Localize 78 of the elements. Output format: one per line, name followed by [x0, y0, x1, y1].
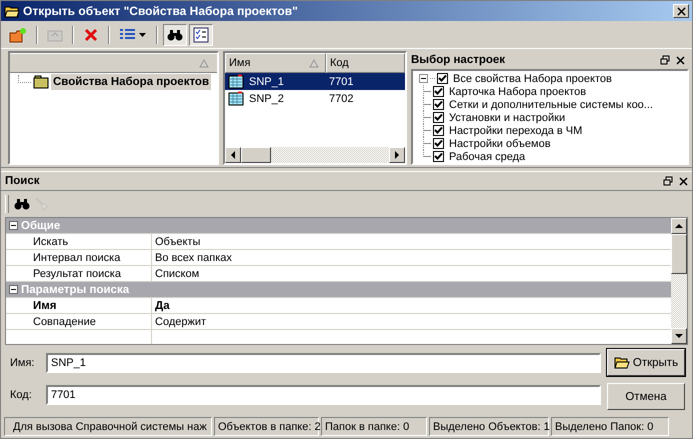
status-pane: Выделено Объектов: 1 — [429, 417, 549, 436]
folder-icon — [614, 356, 630, 370]
tree-item[interactable]: Свойства Набора проектов — [51, 74, 212, 90]
up-arrow-icon[interactable] — [675, 223, 683, 229]
object-code: 7701 — [329, 76, 354, 88]
folder-icon — [33, 74, 49, 90]
table-icon — [228, 74, 244, 90]
object-code: 7702 — [329, 92, 354, 104]
object-name: SNP_1 — [249, 76, 284, 88]
status-pane: Папок в папке: 0 — [321, 417, 427, 436]
column-header[interactable]: Имя — [225, 53, 326, 73]
open-button[interactable]: Открыть — [607, 349, 685, 376]
checkbox[interactable] — [437, 73, 448, 84]
property-name: Результат поиска — [33, 268, 121, 280]
checkbox[interactable] — [433, 112, 444, 123]
property-value[interactable]: Содержит — [155, 316, 206, 328]
tree-item[interactable]: Настройки объемов — [449, 138, 551, 150]
restore-icon[interactable] — [663, 176, 673, 186]
status-pane: Выделено Папок: 0 — [551, 417, 669, 436]
group-title: Параметры поиска — [21, 284, 130, 296]
property-name: Интервал поиска — [33, 252, 120, 264]
checkbox[interactable] — [433, 151, 444, 162]
close-icon[interactable] — [676, 56, 685, 64]
list-row[interactable]: SNP_2 7702 — [225, 90, 405, 107]
property-value[interactable]: Списком — [155, 268, 200, 280]
collapse-icon[interactable] — [419, 74, 428, 83]
input-field[interactable]: SNP_1 — [46, 353, 601, 373]
horizontal-scrollbar[interactable] — [225, 147, 405, 163]
tree-item[interactable]: Сетки и дополнительные системы коо... — [449, 98, 653, 110]
checklist-icon — [193, 26, 209, 42]
tree-item[interactable]: Все свойства Набора проектов — [453, 72, 612, 84]
collapse-icon[interactable] — [9, 221, 18, 230]
property-value[interactable]: Во всех папках — [155, 252, 232, 264]
table-icon — [228, 90, 244, 106]
column-header[interactable] — [10, 53, 217, 73]
panel-title: Поиск — [5, 175, 41, 187]
property-value[interactable]: Объекты — [155, 236, 200, 248]
sort-arrow-icon — [309, 58, 319, 68]
panel-title: Выбор настроек — [411, 54, 506, 66]
close-icon — [676, 6, 686, 16]
cancel-button[interactable]: Отмена — [607, 383, 685, 410]
checkbox[interactable] — [433, 138, 444, 149]
left-arrow-icon[interactable] — [230, 151, 236, 159]
vertical-scrollbar[interactable] — [671, 218, 687, 344]
column-header[interactable]: Код — [326, 53, 405, 73]
binoculars-icon — [14, 196, 30, 212]
close-icon[interactable] — [679, 176, 688, 186]
field-label: Код: — [10, 389, 33, 401]
field-label: Имя: — [10, 357, 36, 369]
status-pane: Для вызова Справочной системы наж — [4, 417, 212, 436]
sort-arrow-icon — [199, 58, 209, 68]
search-toggle-button[interactable] — [163, 24, 187, 46]
property-name: Совпадение — [33, 316, 96, 328]
checkbox[interactable] — [433, 86, 444, 97]
collapse-icon[interactable] — [9, 285, 18, 294]
list-row[interactable]: SNP_1 7701 — [225, 73, 405, 90]
tree-item[interactable]: Установки и настройки — [449, 112, 566, 124]
delete-icon — [83, 26, 99, 42]
object-name: SNP_2 — [249, 92, 284, 104]
checkbox[interactable] — [433, 125, 444, 136]
tree-item[interactable]: Настройки перехода в ЧМ — [449, 124, 582, 136]
restore-icon[interactable] — [660, 55, 670, 65]
tree-item[interactable]: Рабочая среда — [449, 150, 526, 162]
settings-toggle-button[interactable] — [189, 24, 213, 46]
property-name: Искать — [33, 236, 68, 248]
property-value[interactable]: Да — [155, 300, 170, 312]
right-arrow-icon[interactable] — [394, 151, 400, 159]
down-arrow-icon[interactable] — [675, 333, 683, 339]
tree-item[interactable]: Карточка Набора проектов — [449, 86, 586, 98]
property-name: Имя — [33, 300, 56, 312]
window-title: Открыть объект "Свойства Набора проектов" — [23, 4, 299, 18]
status-pane: Объектов в папке: 2 — [214, 417, 319, 436]
close-button[interactable] — [673, 4, 689, 18]
broom-icon — [34, 196, 50, 212]
input-field[interactable]: 7701 — [46, 385, 601, 405]
new-folder-icon — [9, 26, 27, 42]
checkbox[interactable] — [433, 99, 444, 110]
group-title: Общие — [21, 220, 60, 232]
